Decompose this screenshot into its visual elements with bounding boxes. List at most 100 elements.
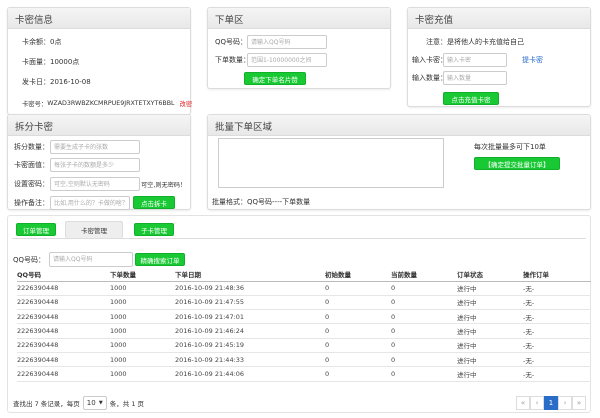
cell-order-qty: 1000 [110, 281, 175, 296]
order-qq-row: QQ号码： [215, 35, 327, 49]
table-row: 2226390448 1000 2016-10-09 21:46:24 0 0 … [17, 323, 591, 339]
table-row: 2226390448 1000 2016-10-09 21:44:33 0 0 … [17, 352, 591, 368]
recharge-submit-button[interactable]: 点击充值卡密 [443, 92, 499, 105]
cell-order-date: 2016-10-09 21:48:36 [175, 281, 325, 296]
col-qq: QQ号码 [17, 268, 110, 282]
page-size-value: 10 [86, 399, 96, 407]
cell-order-date: 2016-10-09 21:47:01 [175, 309, 325, 325]
cell-action: -无- [523, 352, 591, 368]
order-panel: 下单区 QQ号码： 下单数量： 确定下单名片赞 [207, 7, 391, 89]
cell-qq: 2226390448 [17, 295, 110, 311]
card-no-label: 卡密号： [22, 101, 48, 108]
card-quantity-value: 10000点 [50, 58, 80, 66]
order-qty-label: 下单数量： [215, 56, 250, 64]
col-initial-qty: 初始数量 [325, 268, 391, 282]
card-info-title: 卡密信息 [8, 8, 190, 29]
recharge-qty-input[interactable] [443, 71, 507, 85]
batch-orders-textarea[interactable] [218, 138, 444, 188]
col-order-date: 下单日期 [175, 268, 325, 282]
card-balance-label: 卡余额： [22, 38, 50, 46]
table-row: 2226390448 1000 2016-10-09 21:47:01 0 0 … [17, 309, 591, 325]
col-action: 操作订单 [523, 268, 591, 282]
page-size-select[interactable]: 10 ▼ [82, 396, 107, 410]
cell-qq: 2226390448 [17, 366, 110, 382]
prev-page-button[interactable]: ‹ [530, 396, 544, 410]
cell-current-qty: 0 [391, 309, 457, 325]
cell-action: -无- [523, 309, 591, 325]
cell-initial-qty: 0 [325, 295, 391, 311]
recharge-panel-title: 卡密充值 [408, 8, 590, 29]
buy-card-link[interactable]: 提卡密 [522, 55, 543, 65]
first-page-button[interactable]: « [516, 396, 530, 410]
recharge-notice-row: 注意： 是将他人的卡充值给自己 [426, 37, 524, 47]
recharge-qty-row: 输入数量： [412, 71, 507, 85]
change-password-link[interactable]: 改密 [180, 99, 193, 108]
split-face-label: 卡密面值： [14, 161, 49, 169]
cell-action: -无- [523, 323, 591, 339]
table-row: 2226390448 1000 2016-10-09 21:45:19 0 0 … [17, 338, 591, 353]
next-page-button[interactable]: › [558, 396, 572, 410]
recharge-card-row: 输入卡密： 提卡密 [412, 53, 543, 67]
split-count-input[interactable] [50, 140, 140, 154]
page-1-button[interactable]: 1 [544, 396, 558, 410]
card-info-panel: 卡密信息 卡余额： 0点 卡面量： 10000点 发卡日： 2016-10-08… [7, 7, 192, 115]
split-pwd-input[interactable] [50, 177, 140, 191]
split-panel-title: 拆分卡密 [8, 115, 190, 136]
cell-status: 进行中 [457, 281, 523, 296]
cell-status: 进行中 [457, 295, 523, 311]
submit-order-button[interactable]: 确定下单名片赞 [244, 72, 306, 85]
table-row: 2226390448 1000 2016-10-09 21:47:55 0 0 … [17, 295, 591, 311]
cell-status: 进行中 [457, 352, 523, 368]
split-face-input[interactable] [50, 158, 140, 172]
card-quantity-row: 卡面量： 10000点 [22, 57, 79, 67]
split-count-row: 拆分数量： [14, 140, 140, 154]
cell-action: -无- [523, 295, 591, 311]
card-no-row: 卡密号： WZAD3RWBZKCMRPUE9JRXTETXYT6BBL 改密 [22, 99, 192, 108]
search-submit-button[interactable]: 精确搜索订单 [135, 253, 185, 266]
batch-submit-button[interactable]: 【确定提交批量订单】 [474, 157, 560, 170]
split-submit-button[interactable]: 点击拆卡 [133, 196, 175, 209]
card-issue-date-row: 发卡日： 2016-10-08 [22, 77, 91, 87]
cell-status: 进行中 [457, 366, 523, 382]
batch-panel: 批量下单区域 每次批量最多可下10单 【确定提交批量订单】 批量格式：QQ号码-… [207, 114, 591, 210]
cell-status: 进行中 [457, 338, 523, 353]
cell-action: -无- [523, 338, 591, 353]
cell-status: 进行中 [457, 323, 523, 339]
search-row: QQ号码： [13, 252, 134, 267]
split-face-row: 卡密面值： [14, 158, 140, 172]
cell-order-date: 2016-10-09 21:44:33 [175, 352, 325, 368]
order-qty-input[interactable] [247, 53, 327, 67]
cell-qq: 2226390448 [17, 323, 110, 339]
cell-order-date: 2016-10-09 21:45:19 [175, 338, 325, 353]
recharge-card-label: 输入卡密： [412, 56, 447, 64]
recharge-card-input[interactable] [443, 53, 507, 67]
cell-qq: 2226390448 [17, 281, 110, 296]
order-qq-label: QQ号码： [215, 38, 248, 46]
cell-initial-qty: 0 [325, 352, 391, 368]
col-order-qty: 下单数量 [110, 268, 175, 282]
card-balance-row: 卡余额： 0点 [22, 37, 61, 47]
split-pwd-row: 设置密码： 可空,则无密码！ [14, 177, 186, 191]
cell-initial-qty: 0 [325, 323, 391, 339]
batch-limit-text: 每次批量最多可下10单 [474, 143, 546, 151]
tab-subcard-management[interactable]: 子卡管理 [134, 223, 174, 236]
split-pwd-label: 设置密码： [14, 180, 49, 188]
tab-order-management[interactable]: 订单管理 [16, 223, 56, 236]
col-status: 订单状态 [457, 268, 523, 282]
split-panel: 拆分卡密 拆分数量： 卡密面值： 设置密码： 可空,则无密码！ 操作备注： 点击… [7, 114, 191, 210]
tab-card-management[interactable]: 卡密管理 [65, 221, 123, 238]
table-header-row: QQ号码 下单数量 下单日期 初始数量 当前数量 订单状态 操作订单 [17, 268, 591, 282]
card-issue-date-value: 2016-10-08 [50, 78, 91, 86]
cell-action: -无- [523, 366, 591, 382]
order-qq-input[interactable] [247, 35, 327, 49]
cell-order-date: 2016-10-09 21:44:06 [175, 366, 325, 382]
cell-order-qty: 1000 [110, 323, 175, 339]
recharge-notice-label: 注意： [426, 38, 447, 46]
last-page-button[interactable]: » [572, 396, 586, 410]
cell-qq: 2226390448 [17, 309, 110, 325]
recharge-notice-text: 是将他人的卡充值给自己 [447, 38, 524, 46]
search-qq-input[interactable] [49, 252, 134, 267]
cell-current-qty: 0 [391, 323, 457, 339]
cell-initial-qty: 0 [325, 366, 391, 382]
split-remark-input[interactable] [50, 196, 130, 210]
